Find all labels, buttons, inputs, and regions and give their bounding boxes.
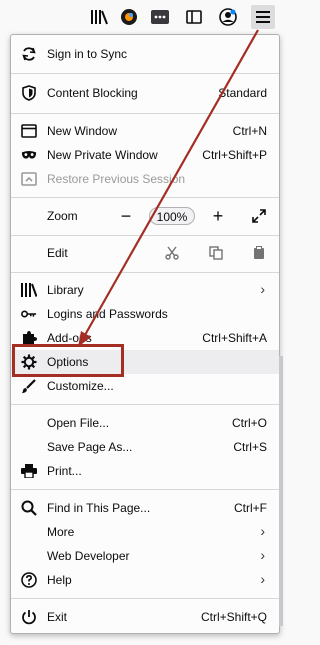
annotation-arrow [78, 29, 259, 347]
